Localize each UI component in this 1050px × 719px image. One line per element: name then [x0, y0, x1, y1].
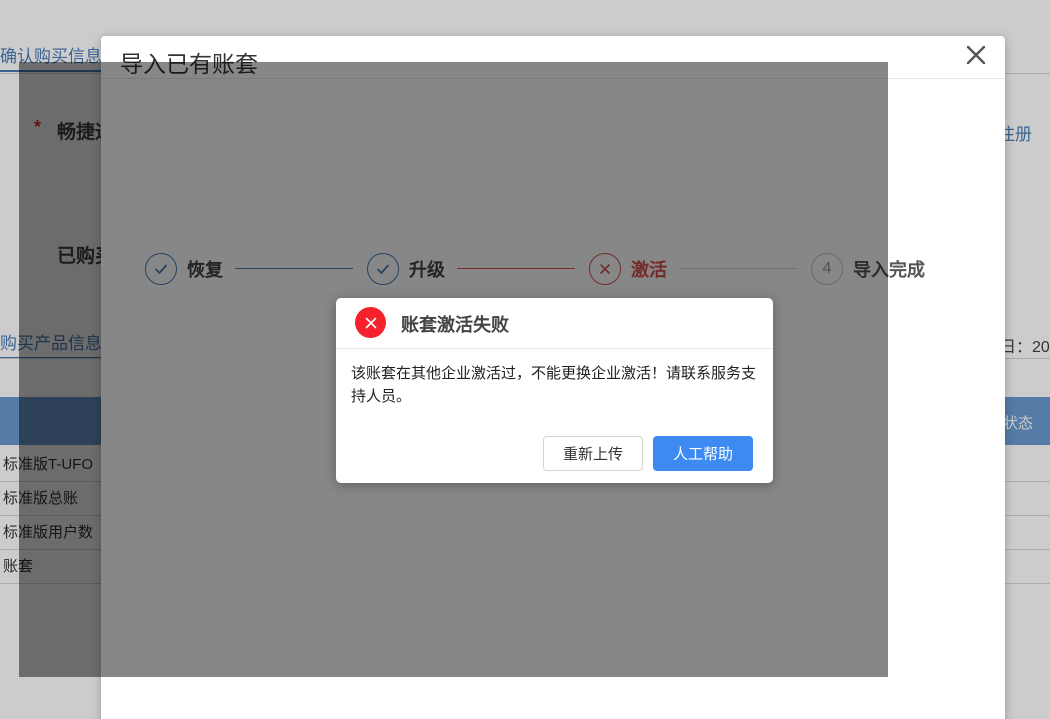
error-header-divider — [336, 348, 773, 349]
reupload-button[interactable]: 重新上传 — [543, 436, 643, 471]
error-x-icon — [355, 307, 386, 338]
error-message: 该账套在其他企业激活过，不能更换企业激活！请联系服务支持人员。 — [351, 365, 757, 405]
activation-failed-modal: 账套激活失败 该账套在其他企业激活过，不能更换企业激活！请联系服务支持人员。 重… — [336, 298, 773, 483]
manual-help-button[interactable]: 人工帮助 — [653, 436, 753, 471]
close-icon[interactable] — [963, 42, 989, 68]
error-title: 账套激活失败 — [401, 315, 509, 335]
